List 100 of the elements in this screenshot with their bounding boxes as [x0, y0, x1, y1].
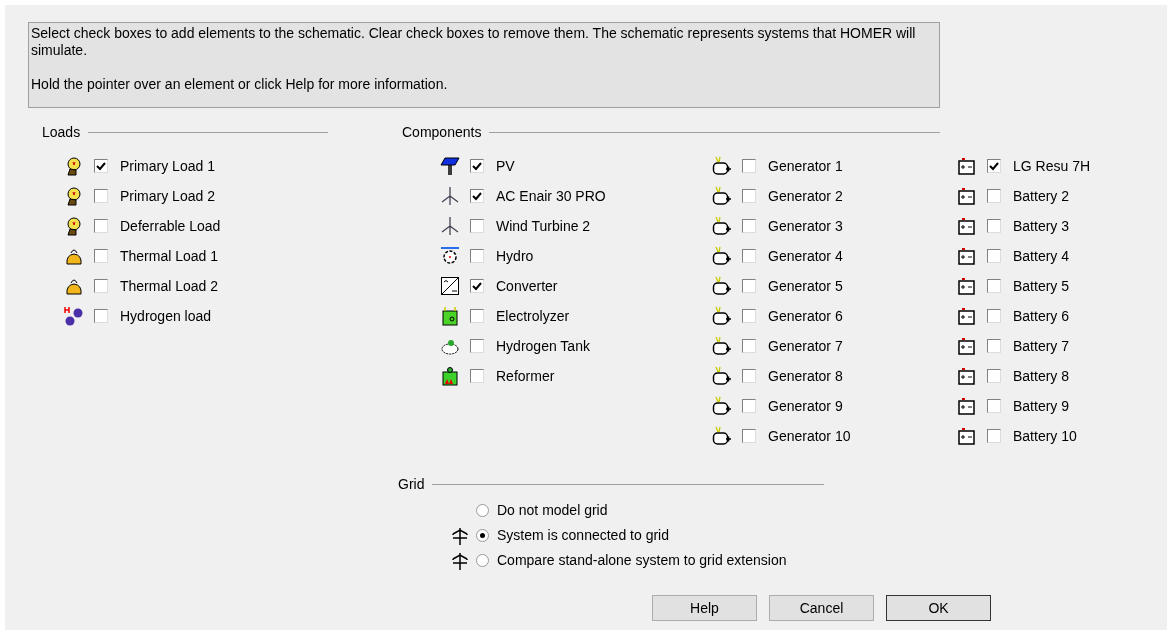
generator-icon [712, 366, 732, 386]
checkbox-box[interactable] [94, 189, 108, 203]
checkbox-box[interactable] [94, 309, 108, 323]
checkbox[interactable]: Generator 8 [742, 365, 843, 387]
checkbox[interactable]: Battery 9 [987, 395, 1070, 417]
dialog-button[interactable]: OK [886, 595, 991, 621]
checkbox-label: LG Resu 7H [1013, 156, 1091, 176]
check-icon [472, 191, 482, 201]
checkbox-box[interactable] [987, 219, 1001, 233]
battery-icon [957, 306, 977, 326]
radio-option[interactable]: Do not model grid [476, 500, 608, 521]
checkbox-box[interactable] [987, 159, 1001, 173]
checkbox-label: Deferrable Load [120, 216, 221, 236]
checkbox-box[interactable] [742, 429, 756, 443]
generator-icon [712, 186, 732, 206]
checkbox-label: Hydrogen load [120, 306, 212, 326]
checkbox[interactable]: Battery 7 [987, 335, 1070, 357]
radio-option[interactable]: System is connected to grid [476, 525, 669, 546]
checkbox[interactable]: Battery 3 [987, 215, 1070, 237]
checkbox[interactable]: Battery 8 [987, 365, 1070, 387]
checkbox[interactable]: Battery 5 [987, 275, 1070, 297]
checkbox[interactable]: Generator 3 [742, 215, 843, 237]
checkbox-box[interactable] [470, 249, 484, 263]
checkbox[interactable]: Thermal Load 1 [94, 245, 219, 267]
checkbox-box[interactable] [742, 339, 756, 353]
checkbox[interactable]: Generator 10 [742, 425, 851, 447]
checkbox[interactable]: Battery 6 [987, 305, 1070, 327]
checkbox-box[interactable] [94, 159, 108, 173]
checkbox[interactable]: Battery 2 [987, 185, 1070, 207]
checkbox[interactable]: Battery 4 [987, 245, 1070, 267]
checkbox-box[interactable] [470, 189, 484, 203]
light-bulb-icon [64, 156, 84, 176]
converter-icon [440, 276, 460, 296]
checkbox[interactable]: Converter [470, 275, 558, 297]
checkbox[interactable]: Wind Turbine 2 [470, 215, 591, 237]
checkbox-box[interactable] [742, 249, 756, 263]
checkbox-box[interactable] [470, 279, 484, 293]
checkbox[interactable]: PV [470, 155, 515, 177]
checkbox[interactable]: Primary Load 2 [94, 185, 215, 207]
checkbox[interactable]: Thermal Load 2 [94, 275, 219, 297]
checkbox-box[interactable] [742, 189, 756, 203]
battery-icon [957, 156, 977, 176]
checkbox-box[interactable] [987, 309, 1001, 323]
checkbox-box[interactable] [94, 279, 108, 293]
checkbox-box[interactable] [94, 249, 108, 263]
checkbox-box[interactable] [987, 429, 1001, 443]
checkbox[interactable]: LG Resu 7H [987, 155, 1091, 177]
checkbox[interactable]: Generator 9 [742, 395, 843, 417]
checkbox-box[interactable] [470, 159, 484, 173]
checkbox-box[interactable] [470, 309, 484, 323]
checkbox-box[interactable] [470, 369, 484, 383]
battery-icon [957, 216, 977, 236]
radio-button[interactable] [476, 504, 489, 517]
radio-option[interactable]: Compare stand-alone system to grid extension [476, 550, 787, 571]
checkbox-box[interactable] [470, 339, 484, 353]
checkbox[interactable]: Hydrogen load [94, 305, 212, 327]
checkbox-box[interactable] [742, 309, 756, 323]
checkbox-box[interactable] [987, 399, 1001, 413]
checkbox-box[interactable] [987, 369, 1001, 383]
checkbox-box[interactable] [987, 189, 1001, 203]
checkbox-box[interactable] [987, 339, 1001, 353]
check-icon [989, 161, 999, 171]
checkbox[interactable]: Generator 7 [742, 335, 843, 357]
checkbox-box[interactable] [742, 399, 756, 413]
info-text: Hold the pointer over an element or click Help for more information. [31, 76, 449, 93]
checkbox-label: Generator 2 [768, 186, 843, 206]
dialog-button[interactable]: Cancel [769, 595, 874, 621]
checkbox-box[interactable] [742, 369, 756, 383]
checkbox[interactable]: Generator 1 [742, 155, 843, 177]
power-tower-icon [450, 525, 470, 546]
checkbox[interactable]: Generator 4 [742, 245, 843, 267]
checkbox-box[interactable] [470, 219, 484, 233]
checkbox[interactable]: Primary Load 1 [94, 155, 215, 177]
checkbox-box[interactable] [987, 279, 1001, 293]
generator-icon [712, 246, 732, 266]
radio-button[interactable] [476, 529, 489, 542]
checkbox[interactable]: Reformer [470, 365, 555, 387]
checkbox-box[interactable] [987, 249, 1001, 263]
checkbox[interactable]: Hydro [470, 245, 534, 267]
checkbox-box[interactable] [742, 279, 756, 293]
checkbox-box[interactable] [94, 219, 108, 233]
checkbox-box[interactable] [742, 219, 756, 233]
checkbox-box[interactable] [742, 159, 756, 173]
checkbox-label: Generator 6 [768, 306, 843, 326]
check-icon [96, 161, 106, 171]
checkbox[interactable]: Hydrogen Tank [470, 335, 590, 357]
checkbox[interactable]: AC Enair 30 PRO [470, 185, 606, 207]
dialog-button[interactable]: Help [652, 595, 757, 621]
power-tower-icon [450, 550, 470, 571]
checkbox[interactable]: Generator 5 [742, 275, 843, 297]
checkbox[interactable]: Battery 10 [987, 425, 1077, 447]
checkbox[interactable]: Deferrable Load [94, 215, 221, 237]
checkbox[interactable]: Electrolyzer [470, 305, 570, 327]
molecule-icon [64, 306, 84, 326]
radio-button[interactable] [476, 554, 489, 567]
check-icon [472, 281, 482, 291]
checkbox[interactable]: Generator 2 [742, 185, 843, 207]
generator-icon [712, 276, 732, 296]
checkbox[interactable]: Generator 6 [742, 305, 843, 327]
checkbox-label: Reformer [496, 366, 555, 386]
